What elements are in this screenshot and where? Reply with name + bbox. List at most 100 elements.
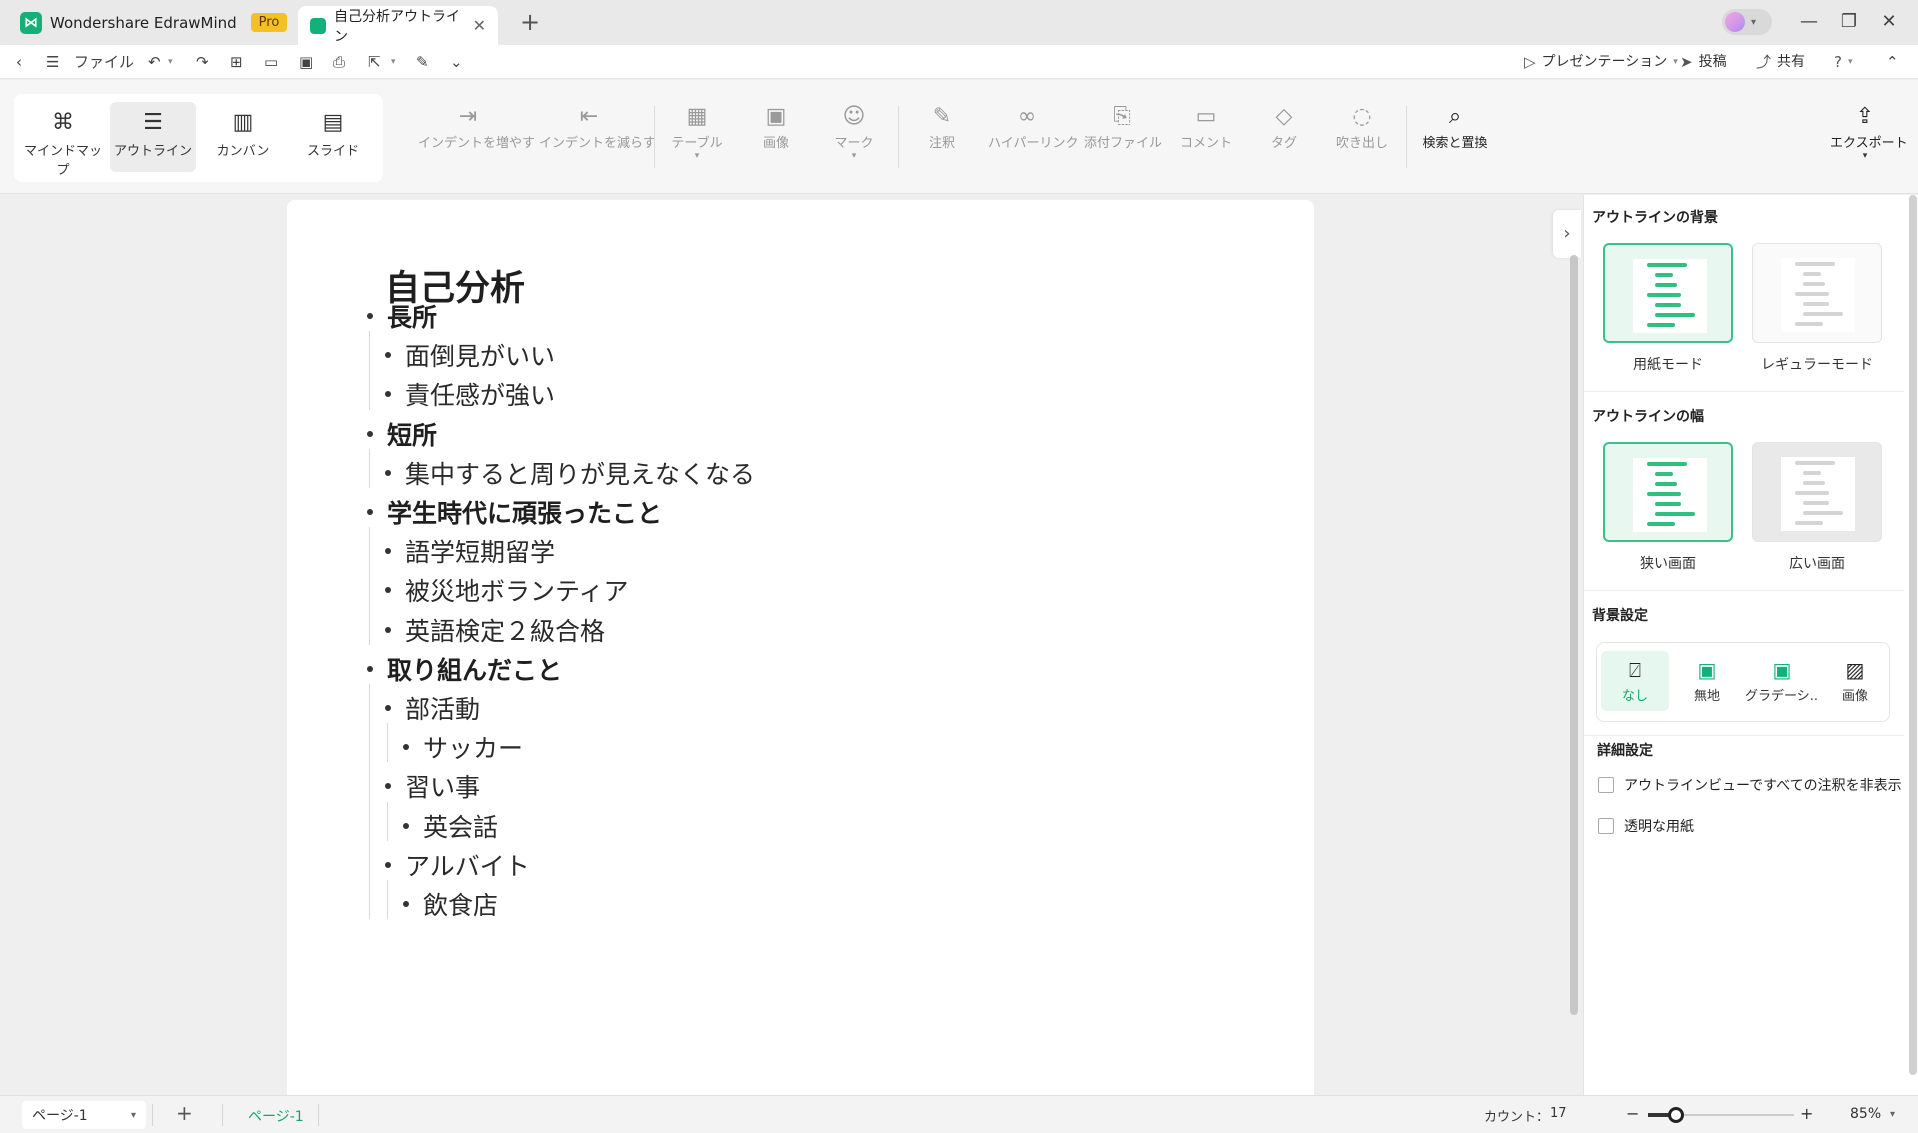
zoom-percent[interactable]: 85% <box>1850 1106 1881 1122</box>
undo-dropdown-icon[interactable]: ▾ <box>168 50 173 74</box>
undo-icon[interactable]: ↶ <box>148 50 161 74</box>
open-folder-icon[interactable]: ▭ <box>264 50 278 74</box>
redo-icon[interactable]: ↷ <box>196 50 209 74</box>
view-slide-button[interactable]: ▤ スライド <box>290 102 376 172</box>
outline-node-level-1[interactable]: 短所 <box>367 416 437 452</box>
regular-mode-card[interactable] <box>1752 243 1882 343</box>
outline-node-text[interactable]: 習い事 <box>405 768 480 804</box>
bullet-icon[interactable] <box>385 587 391 594</box>
user-avatar[interactable]: ▾ <box>1722 9 1772 35</box>
outline-node-text[interactable]: 飲食店 <box>423 886 498 922</box>
transparent-paper-checkbox[interactable] <box>1598 818 1614 834</box>
outline-node-text[interactable]: 部活動 <box>405 690 480 726</box>
comment-button[interactable]: ▭ コメント <box>1178 102 1234 151</box>
bullet-icon[interactable] <box>403 901 409 907</box>
outline-node-level-2[interactable]: 習い事 <box>385 768 480 804</box>
callout-button[interactable]: ◌ 吹き出し <box>1332 102 1392 151</box>
print-icon[interactable]: ⎙ <box>333 50 345 74</box>
outline-node-level-2[interactable]: 部活動 <box>385 690 480 726</box>
minimize-button[interactable]: — <box>1794 8 1824 36</box>
outline-node-text[interactable]: 被災地ボランティア <box>405 572 629 608</box>
export-dropdown-icon[interactable]: ▾ <box>391 50 396 74</box>
outline-node-text[interactable]: 取り組んだこと <box>387 651 562 687</box>
panel-scrollbar[interactable] <box>1909 195 1917 1075</box>
outline-node-level-2[interactable]: 集中すると周りが見えなくなる <box>385 455 755 491</box>
new-tab-button[interactable]: + <box>515 8 545 36</box>
pro-badge[interactable]: Pro <box>250 13 288 32</box>
new-icon[interactable]: ⊞ <box>230 50 243 74</box>
outline-node-text[interactable]: 短所 <box>387 416 437 452</box>
add-page-button[interactable]: + <box>176 1101 193 1125</box>
restore-button[interactable]: ❐ <box>1834 8 1864 36</box>
document-tab[interactable]: 自己分析アウトライン ✕ <box>298 6 498 45</box>
app-tab[interactable]: ⋈ Wondershare EdrawMind Pro <box>10 6 297 39</box>
zoom-out-button[interactable]: − <box>1626 1104 1639 1123</box>
bullet-icon[interactable] <box>403 822 409 829</box>
help-button[interactable]: ? ▾ <box>1834 50 1853 74</box>
note-button[interactable]: ✎ 注釈 <box>914 102 970 151</box>
zoom-in-button[interactable]: + <box>1800 1104 1813 1123</box>
outline-node-level-2[interactable]: 英語検定２級合格 <box>385 612 605 648</box>
file-menu[interactable]: ファイル <box>74 50 134 74</box>
outline-node-text[interactable]: 長所 <box>387 298 437 334</box>
bullet-icon[interactable] <box>385 352 391 359</box>
menu-icon[interactable]: ☰ <box>46 50 59 74</box>
page-tab[interactable]: ページ-1 <box>248 1106 304 1126</box>
background-solid-option[interactable]: ▣ 無地 <box>1673 651 1741 711</box>
bullet-icon[interactable] <box>385 861 391 868</box>
background-gradient-option[interactable]: ▣ グラデーシ... <box>1745 651 1819 711</box>
bullet-icon[interactable] <box>367 313 373 319</box>
hide-notes-option[interactable]: アウトラインビューですべての注釈を非表示 <box>1598 775 1902 795</box>
outline-node-text[interactable]: サッカー <box>423 729 523 765</box>
chevron-right-icon[interactable]: › <box>1553 210 1581 258</box>
outline-node-text[interactable]: 英語検定２級合格 <box>405 612 605 648</box>
outline-node-level-2[interactable]: 語学短期留学 <box>385 533 555 569</box>
outline-node-level-1[interactable]: 長所 <box>367 298 437 334</box>
outline-node-text[interactable]: アルバイト <box>405 847 530 883</box>
view-mindmap-button[interactable]: ⌘ マインドマップ <box>20 102 106 178</box>
outline-node-level-1[interactable]: 学生時代に頑張ったこと <box>367 494 662 530</box>
bullet-icon[interactable] <box>403 744 409 751</box>
more-dropdown-icon[interactable]: ⌄ <box>450 50 463 74</box>
outline-node-text[interactable]: 面倒見がいい <box>405 337 555 373</box>
transparent-paper-option[interactable]: 透明な用紙 <box>1598 816 1694 836</box>
presentation-button[interactable]: ▷ プレゼンテーション ▾ <box>1524 50 1678 74</box>
back-icon[interactable]: ‹ <box>16 50 22 74</box>
bullet-icon[interactable] <box>385 548 391 555</box>
bullet-icon[interactable] <box>385 391 391 398</box>
outline-page[interactable]: 自己分析 長所 面倒見がいい 責任感が強い 短所 集中すると周りが見えなくなる 学生時代に… <box>287 200 1314 1095</box>
paper-mode-card[interactable] <box>1603 243 1733 343</box>
close-window-button[interactable]: ✕ <box>1874 8 1904 36</box>
image-button[interactable]: ▣ 画像 <box>748 102 804 151</box>
canvas-scrollbar[interactable] <box>1570 255 1578 1015</box>
outline-node-level-2[interactable]: 面倒見がいい <box>385 337 555 373</box>
outline-node-level-2[interactable]: アルバイト <box>385 847 530 883</box>
zoom-slider-handle[interactable] <box>1667 1107 1684 1123</box>
chevron-down-icon[interactable]: ▾ <box>1890 1109 1895 1120</box>
attachment-button[interactable]: ⎘ 添付ファイル <box>1084 102 1162 151</box>
edit-icon[interactable]: ✎ <box>416 50 429 74</box>
view-kanban-button[interactable]: ▥ カンバン <box>200 102 286 172</box>
outline-node-level-3[interactable]: 英会話 <box>403 808 498 844</box>
outline-node-level-3[interactable]: サッカー <box>403 729 523 765</box>
mark-button[interactable]: ☺ マーク ▾ <box>826 102 882 161</box>
bullet-icon[interactable] <box>385 705 391 711</box>
outline-node-text[interactable]: 学生時代に頑張ったこと <box>387 494 662 530</box>
wide-screen-card[interactable] <box>1752 442 1882 542</box>
tag-button[interactable]: ◇ タグ <box>1256 102 1312 151</box>
outline-node-level-3[interactable]: 飲食店 <box>403 886 498 922</box>
post-button[interactable]: ➤ 投稿 <box>1680 50 1727 74</box>
export-share-icon[interactable]: ⇱ <box>368 50 381 74</box>
collapse-ribbon-icon[interactable]: ⌃ <box>1886 50 1899 74</box>
outline-node-text[interactable]: 責任感が強い <box>405 376 555 412</box>
hide-notes-checkbox[interactable] <box>1598 777 1614 793</box>
outline-node-level-2[interactable]: 責任感が強い <box>385 376 555 412</box>
table-button[interactable]: ▦ テーブル ▾ <box>669 102 725 161</box>
outline-node-text[interactable]: 集中すると周りが見えなくなる <box>405 455 755 491</box>
outline-node-text[interactable]: 英会話 <box>423 808 498 844</box>
outline-node-level-2[interactable]: 被災地ボランティア <box>385 572 629 608</box>
bullet-icon[interactable] <box>367 665 373 672</box>
export-button[interactable]: ⇪ エクスポート ▾ <box>1830 102 1908 161</box>
indent-decrease-button[interactable]: ⇤ インデントを減らす <box>539 102 656 151</box>
hyperlink-button[interactable]: ∞ ハイパーリンク <box>988 102 1078 151</box>
